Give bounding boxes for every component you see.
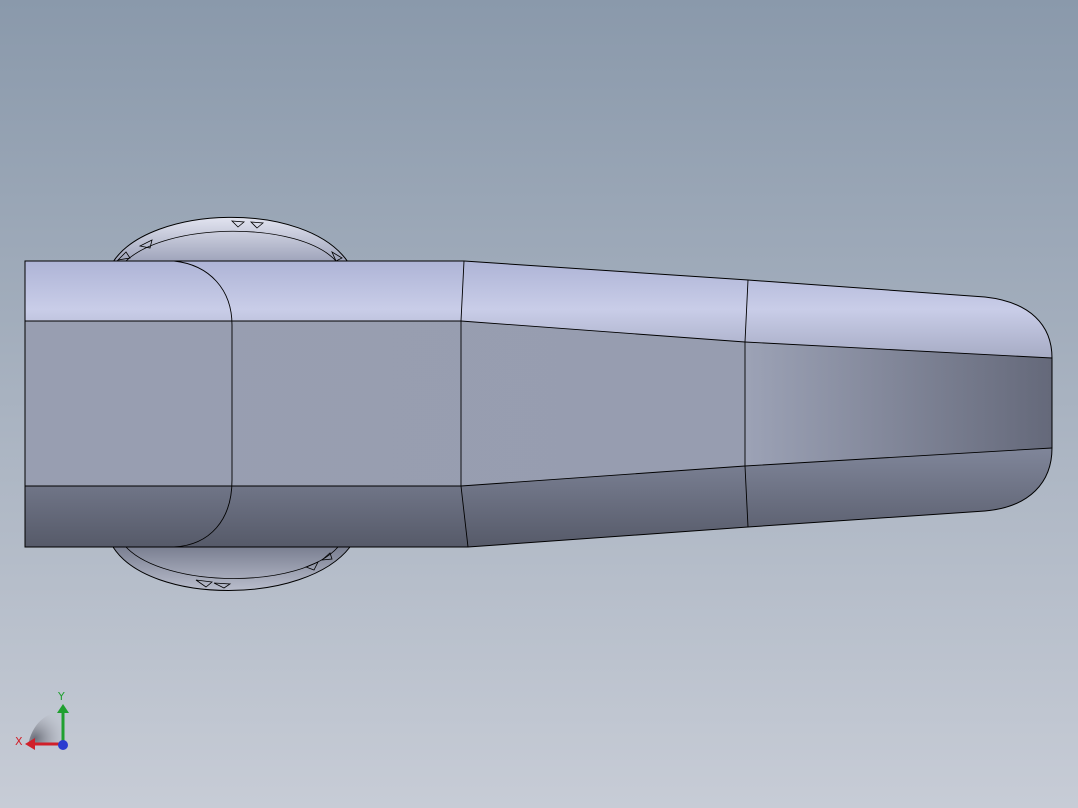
x-axis-label: X — [15, 735, 23, 748]
handle-tip-face — [745, 342, 1052, 466]
y-axis-label: Y — [57, 690, 65, 703]
cad-graphics-viewport[interactable]: Y X — [0, 0, 1078, 808]
z-axis-dot — [58, 740, 68, 750]
